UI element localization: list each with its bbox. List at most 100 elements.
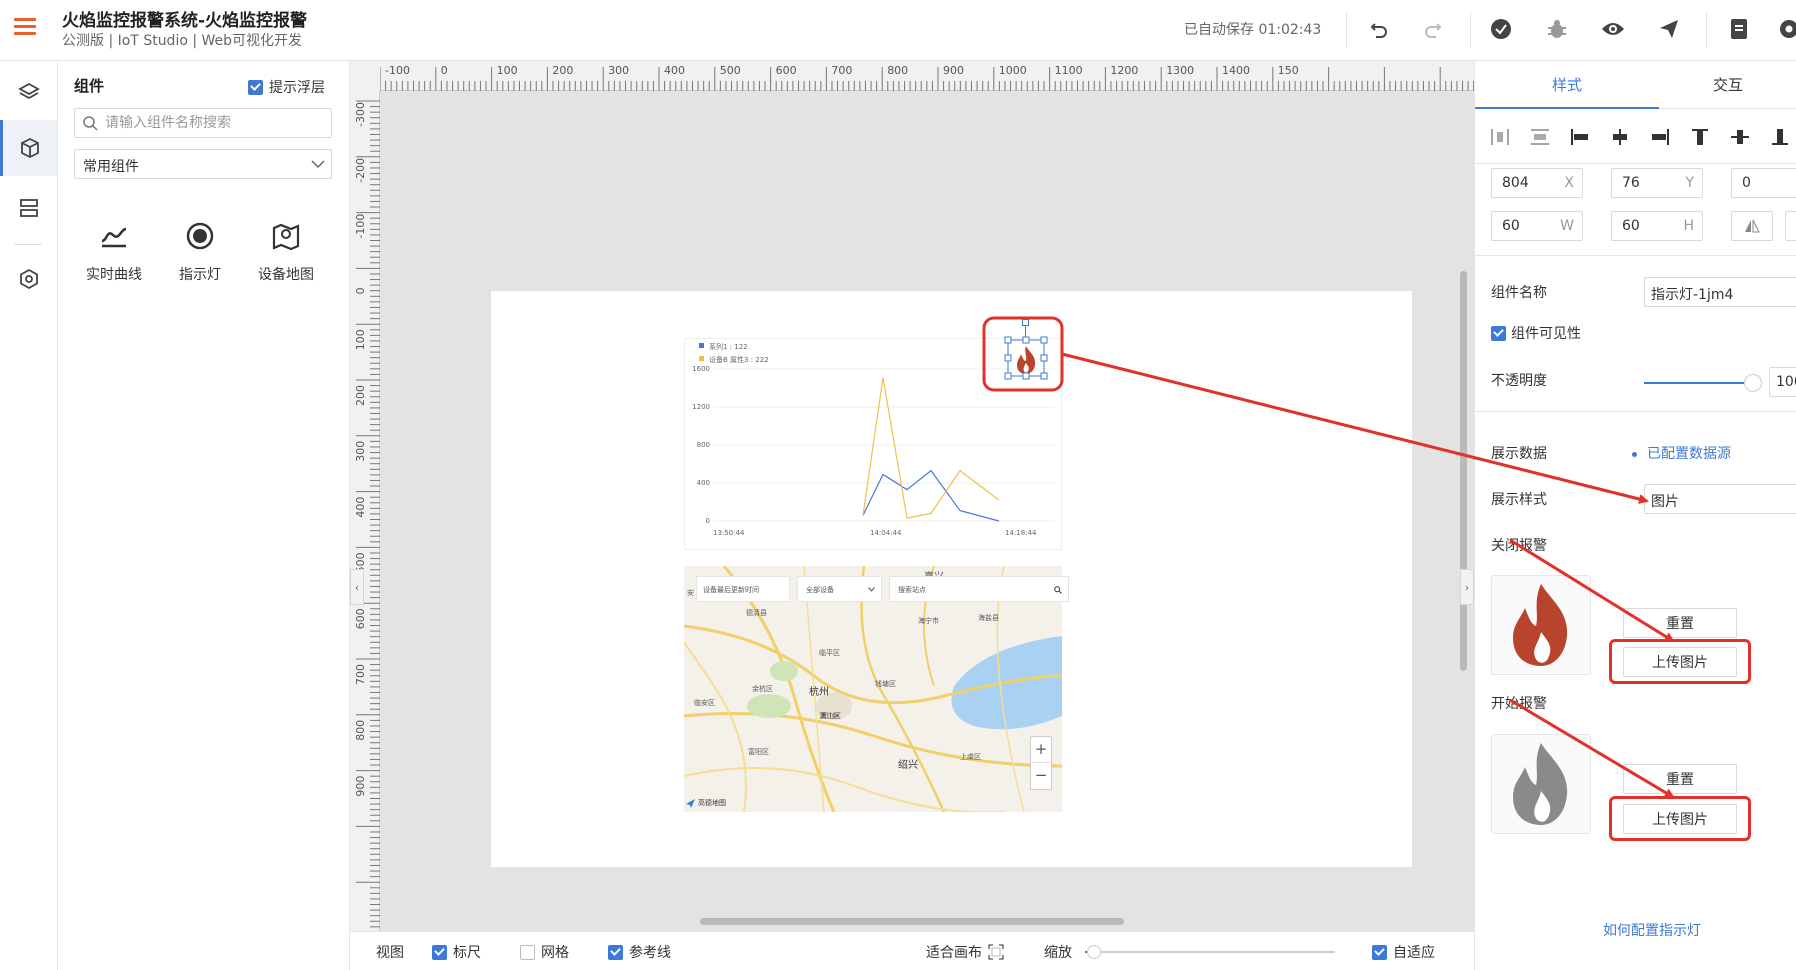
bug-icon[interactable]: [1542, 14, 1572, 44]
component-realtime-curve[interactable]: 实时曲线: [74, 216, 154, 296]
publish-send-icon[interactable]: [1654, 14, 1684, 44]
x-tick-label: 14:04:44: [870, 529, 902, 537]
map-toolbar: 设备最后更新时间 全部设备 搜索站点: [696, 576, 1069, 604]
y-position-input[interactable]: 76 Y: [1611, 168, 1703, 198]
checkbox-checked-icon[interactable]: [608, 944, 623, 960]
ruler-label: 900: [943, 64, 964, 77]
check-circle-icon[interactable]: [1486, 14, 1516, 44]
display-data-label: 展示数据: [1491, 446, 1547, 462]
document-icon[interactable]: [1724, 14, 1754, 44]
iconbar-divider: [14, 244, 42, 245]
distribute-vertical-icon[interactable]: [1529, 127, 1551, 147]
collapse-right-panel-icon[interactable]: ›: [1460, 569, 1474, 605]
width-input[interactable]: 60 W: [1491, 211, 1583, 241]
rotation-input[interactable]: 0: [1731, 168, 1796, 198]
reset-start-alarm-button[interactable]: 重置: [1623, 764, 1737, 794]
flip-horizontal-button[interactable]: [1731, 211, 1773, 241]
y-tick-label: 0: [706, 517, 710, 525]
ruler-ticks: 00-1000100200300400500600700800900100011…: [352, 64, 1474, 91]
x-position-input[interactable]: 804 X: [1491, 168, 1583, 198]
component-label: 设备地图: [258, 267, 314, 283]
map-zoom-in-button[interactable]: +: [1031, 737, 1051, 763]
map-city-label: 富阳区: [748, 748, 769, 756]
opacity-slider-handle[interactable]: [1744, 374, 1762, 392]
gear-icon[interactable]: [0, 251, 57, 307]
data-source-link[interactable]: 已配置数据源: [1647, 443, 1731, 463]
design-canvas[interactable]: 系列1 : 122 设备B 属性3 : 222 1600 1200 800 400 0 13:…: [491, 291, 1412, 867]
hamburger-menu-icon[interactable]: [14, 18, 36, 36]
tooltip-float-checkbox[interactable]: 提示浮层: [248, 77, 325, 97]
opacity-value-input[interactable]: 100: [1769, 367, 1796, 397]
ruler-label: -200: [354, 158, 367, 183]
opacity-slider[interactable]: [1644, 382, 1754, 384]
reset-close-alarm-button[interactable]: 重置: [1623, 608, 1737, 638]
component-device-map[interactable]: 设备地图: [246, 216, 326, 296]
settings-icon[interactable]: [1774, 14, 1796, 44]
map-zoom-out-button[interactable]: −: [1031, 763, 1051, 789]
horizontal-scrollbar[interactable]: [700, 918, 1124, 925]
legend-label: 系列1 : 122: [709, 342, 748, 351]
map-update-time-field[interactable]: 设备最后更新时间: [696, 576, 790, 602]
checkbox-checked-icon[interactable]: [1491, 325, 1506, 341]
map-site-search[interactable]: 搜索站点: [889, 576, 1069, 602]
help-link-configure-indicator[interactable]: 如何配置指示灯: [1603, 920, 1701, 940]
align-center-horizontal-icon[interactable]: [1609, 127, 1631, 147]
checkbox-checked-icon[interactable]: [432, 944, 447, 960]
component-name-input[interactable]: 指示灯-1jm4: [1644, 277, 1796, 307]
align-right-icon[interactable]: [1649, 127, 1671, 147]
ruler-label: 0: [354, 287, 367, 294]
ruler-label: 1200: [1110, 64, 1138, 77]
align-bottom-icon[interactable]: [1769, 127, 1791, 147]
components-cube-icon[interactable]: [0, 120, 57, 176]
flip-vertical-button[interactable]: [1785, 211, 1796, 241]
redo-icon[interactable]: [1418, 14, 1448, 44]
category-select[interactable]: 常用组件: [74, 149, 332, 179]
auto-fit-toggle[interactable]: 自适应: [1372, 942, 1435, 962]
layers-icon[interactable]: [0, 64, 57, 120]
component-visibility-toggle[interactable]: 组件可见性: [1491, 323, 1581, 343]
component-indicator-light[interactable]: 指示灯: [160, 216, 240, 296]
ruler-label: 600: [776, 64, 797, 77]
map-city-label: 德清县: [746, 609, 767, 617]
tab-style[interactable]: 样式: [1475, 61, 1659, 109]
align-top-icon[interactable]: [1689, 127, 1711, 147]
collapse-left-panel-icon[interactable]: ‹: [350, 569, 364, 605]
properties-tabs: 样式 交互: [1475, 61, 1796, 109]
x-tick-label: 13:50:44: [713, 529, 745, 537]
amap-logo-icon: [686, 798, 695, 808]
checkbox-checked-icon[interactable]: [1372, 944, 1387, 960]
header-divider: [1470, 12, 1471, 48]
display-style-select[interactable]: 图片: [1644, 484, 1796, 514]
zoom-slider[interactable]: [1085, 945, 1335, 959]
x-tick-label: 14:18:44: [1005, 529, 1037, 537]
guide-toggle[interactable]: 参考线: [608, 942, 671, 962]
checkbox-checked-icon[interactable]: [248, 79, 263, 95]
fit-canvas-button[interactable]: 适合画布: [926, 942, 1004, 962]
map-provider-logo: 高德地图: [686, 798, 726, 808]
rotate-handle[interactable]: [1022, 319, 1029, 326]
align-middle-vertical-icon[interactable]: [1729, 127, 1751, 147]
checkbox-unchecked-icon[interactable]: [520, 944, 535, 960]
search-icon: [1054, 586, 1062, 594]
tab-interaction[interactable]: 交互: [1659, 61, 1796, 109]
ruler-corner: [350, 61, 380, 91]
align-left-icon[interactable]: [1569, 127, 1591, 147]
y-tick-label: 1200: [692, 403, 710, 411]
ruler-label: 800: [887, 64, 908, 77]
vertical-scrollbar[interactable]: [1460, 271, 1467, 671]
zoom-slider-handle[interactable]: [1087, 945, 1101, 959]
height-input[interactable]: 60 H: [1611, 211, 1703, 241]
map-device-select[interactable]: 全部设备: [797, 576, 882, 602]
distribute-horizontal-icon[interactable]: [1489, 127, 1511, 147]
pages-list-icon[interactable]: [0, 180, 57, 236]
legend-swatch: [699, 356, 704, 361]
search-input[interactable]: [105, 109, 327, 137]
chevron-down-icon: [311, 160, 325, 169]
zoom-label: 缩放: [1044, 945, 1072, 961]
indicator-light-widget-selected[interactable]: [1004, 336, 1048, 380]
canvas-area: 0 0 -100 0 100 200 300 400 500 600 700 800 900 1000 11…: [350, 61, 1474, 931]
undo-icon[interactable]: [1364, 14, 1394, 44]
ruler-toggle[interactable]: 标尺: [432, 942, 481, 962]
grid-toggle[interactable]: 网格: [520, 942, 569, 962]
preview-eye-icon[interactable]: [1598, 14, 1628, 44]
